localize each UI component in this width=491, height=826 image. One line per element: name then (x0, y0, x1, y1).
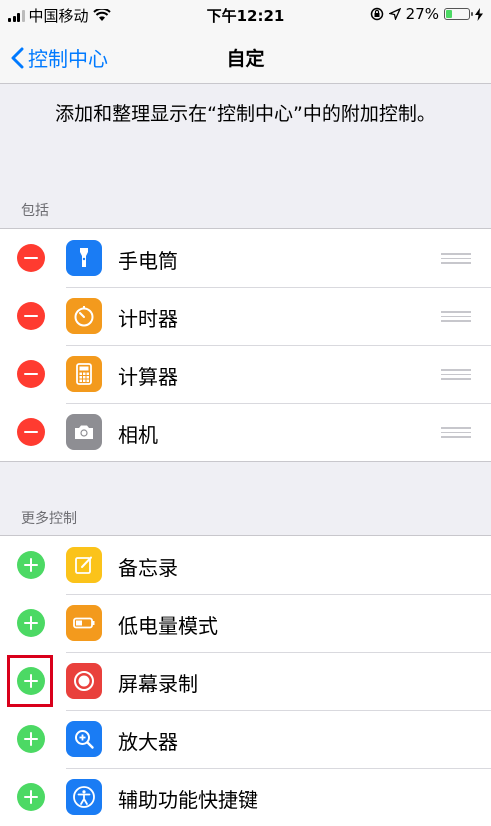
item-label: 备忘录 (118, 556, 178, 580)
item-label: 低电量模式 (118, 614, 218, 638)
add-button[interactable] (17, 783, 45, 811)
list-item: 放大器 (0, 710, 491, 768)
reorder-handle[interactable] (441, 311, 471, 322)
location-icon (388, 8, 401, 20)
more-controls-list: 备忘录 低电量模式 屏幕录制 放大器 辅助功能快捷键 (0, 535, 491, 826)
orientation-lock-icon (370, 7, 383, 21)
add-button[interactable] (17, 609, 45, 637)
magnifier-icon (66, 721, 102, 757)
battery-percent: 27% (405, 5, 439, 23)
remove-button[interactable] (17, 360, 45, 388)
included-list: 手电筒 计时器 计算器 相机 (0, 228, 491, 462)
screen-record-icon (66, 663, 102, 699)
item-label: 相机 (118, 423, 158, 447)
back-label: 控制中心 (28, 47, 108, 71)
reorder-handle[interactable] (441, 427, 471, 438)
list-item: 计算器 (0, 345, 491, 403)
reorder-handle[interactable] (441, 253, 471, 264)
remove-button[interactable] (17, 244, 45, 272)
timer-icon (66, 298, 102, 334)
item-label: 放大器 (118, 730, 178, 754)
add-button[interactable] (17, 725, 45, 753)
charging-icon (475, 7, 483, 21)
item-label: 手电筒 (118, 249, 178, 273)
highlight-box (7, 655, 53, 707)
chevron-left-icon (11, 47, 24, 68)
back-button[interactable]: 控制中心 (10, 43, 108, 72)
list-item: 手电筒 (0, 229, 491, 287)
list-item: 屏幕录制 (0, 652, 491, 710)
item-label: 辅助功能快捷键 (118, 788, 258, 812)
remove-button[interactable] (17, 418, 45, 446)
notes-icon (66, 547, 102, 583)
more-section-header: 更多控制 (21, 511, 77, 527)
reorder-handle[interactable] (441, 369, 471, 380)
camera-icon (66, 414, 102, 450)
item-label: 计算器 (118, 365, 178, 389)
included-section-header: 包括 (21, 203, 49, 219)
flashlight-icon (66, 240, 102, 276)
status-bar: 中国移动 下午12:21 27% (0, 0, 491, 30)
low-power-icon (66, 605, 102, 641)
list-item: 计时器 (0, 287, 491, 345)
item-label: 计时器 (118, 307, 178, 331)
add-button[interactable] (17, 551, 45, 579)
remove-button[interactable] (17, 302, 45, 330)
navigation-bar: 控制中心 自定 (0, 30, 491, 84)
list-item: 低电量模式 (0, 594, 491, 652)
calculator-icon (66, 356, 102, 392)
description-text: 添加和整理显示在“控制中心”中的附加控制。 (55, 103, 436, 125)
list-item: 相机 (0, 403, 491, 461)
item-label: 屏幕录制 (118, 672, 198, 696)
list-item: 辅助功能快捷键 (0, 768, 491, 826)
accessibility-icon (66, 779, 102, 815)
battery-icon (444, 8, 473, 20)
list-item: 备忘录 (0, 536, 491, 594)
